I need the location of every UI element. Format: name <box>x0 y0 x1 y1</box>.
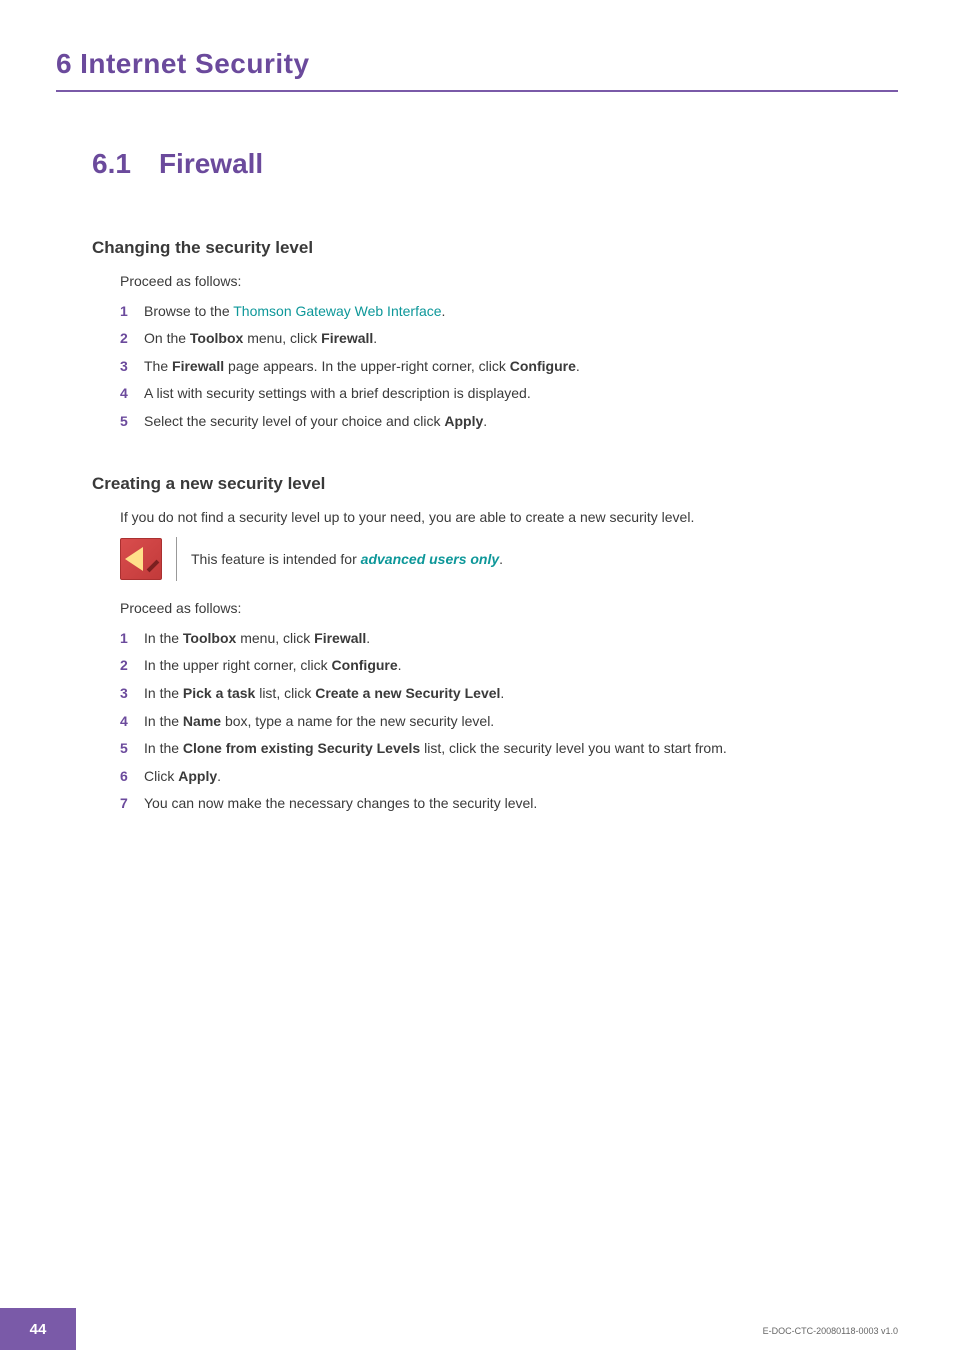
proceed-text: Proceed as follows: <box>120 599 898 619</box>
step-number: 5 <box>120 412 144 432</box>
document-id: E-DOC-CTC-20080118-0003 v1.0 <box>763 1326 898 1336</box>
list-item: 1 Browse to the Thomson Gateway Web Inte… <box>120 302 898 322</box>
steps-list: 1 Browse to the Thomson Gateway Web Inte… <box>120 302 898 432</box>
step-text: The Firewall page appears. In the upper-… <box>144 357 898 377</box>
intro-text: If you do not find a security level up t… <box>120 508 898 528</box>
step-text: In the Toolbox menu, click Firewall. <box>144 629 898 649</box>
step-number: 4 <box>120 384 144 404</box>
chapter-title-text: Internet Security <box>80 48 309 79</box>
warning-icon <box>120 538 162 580</box>
step-number: 2 <box>120 656 144 676</box>
step-text: In the upper right corner, click Configu… <box>144 656 898 676</box>
list-item: 1 In the Toolbox menu, click Firewall. <box>120 629 898 649</box>
list-item: 6 Click Apply. <box>120 767 898 787</box>
subsection-creating-level: Creating a new security level If you do … <box>92 474 898 814</box>
step-number: 6 <box>120 767 144 787</box>
step-number: 7 <box>120 794 144 814</box>
list-item: 7 You can now make the necessary changes… <box>120 794 898 814</box>
intro-text: Proceed as follows: <box>120 272 898 292</box>
subsection-title: Changing the security level <box>92 238 898 258</box>
step-text: Click Apply. <box>144 767 898 787</box>
callout-text: This feature is intended for advanced us… <box>191 551 503 567</box>
step-text: In the Clone from existing Security Leve… <box>144 739 898 759</box>
step-number: 5 <box>120 739 144 759</box>
list-item: 2 In the upper right corner, click Confi… <box>120 656 898 676</box>
step-text: A list with security settings with a bri… <box>144 384 898 404</box>
step-number: 1 <box>120 302 144 322</box>
list-item: 3 The Firewall page appears. In the uppe… <box>120 357 898 377</box>
step-text: Select the security level of your choice… <box>144 412 898 432</box>
step-number: 3 <box>120 357 144 377</box>
list-item: 5 Select the security level of your choi… <box>120 412 898 432</box>
list-item: 4 In the Name box, type a name for the n… <box>120 712 898 732</box>
step-text: You can now make the necessary changes t… <box>144 794 898 814</box>
emphasis-advanced-users: advanced users only <box>361 551 500 567</box>
step-text: On the Toolbox menu, click Firewall. <box>144 329 898 349</box>
step-text: In the Name box, type a name for the new… <box>144 712 898 732</box>
list-item: 2 On the Toolbox menu, click Firewall. <box>120 329 898 349</box>
chapter-title: 6 Internet Security <box>56 48 898 92</box>
chapter-number: 6 <box>56 48 72 79</box>
note-callout: This feature is intended for advanced us… <box>120 537 898 581</box>
callout-divider <box>176 537 177 581</box>
list-item: 3 In the Pick a task list, click Create … <box>120 684 898 704</box>
section-title: 6.1 Firewall <box>92 148 898 180</box>
section-title-text: Firewall <box>159 148 263 179</box>
step-number: 1 <box>120 629 144 649</box>
step-text: In the Pick a task list, click Create a … <box>144 684 898 704</box>
step-number: 3 <box>120 684 144 704</box>
footer: 44 E-DOC-CTC-20080118-0003 v1.0 <box>0 1308 954 1350</box>
step-number: 4 <box>120 712 144 732</box>
subsection-changing-level: Changing the security level Proceed as f… <box>92 238 898 432</box>
steps-list: 1 In the Toolbox menu, click Firewall. 2… <box>120 629 898 814</box>
list-item: 4 A list with security settings with a b… <box>120 384 898 404</box>
subsection-title: Creating a new security level <box>92 474 898 494</box>
step-number: 2 <box>120 329 144 349</box>
page-number: 44 <box>0 1308 76 1350</box>
link-thomson-gateway[interactable]: Thomson Gateway Web Interface <box>233 303 441 319</box>
list-item: 5 In the Clone from existing Security Le… <box>120 739 898 759</box>
step-text: Browse to the Thomson Gateway Web Interf… <box>144 302 898 322</box>
section-number: 6.1 <box>92 148 131 179</box>
